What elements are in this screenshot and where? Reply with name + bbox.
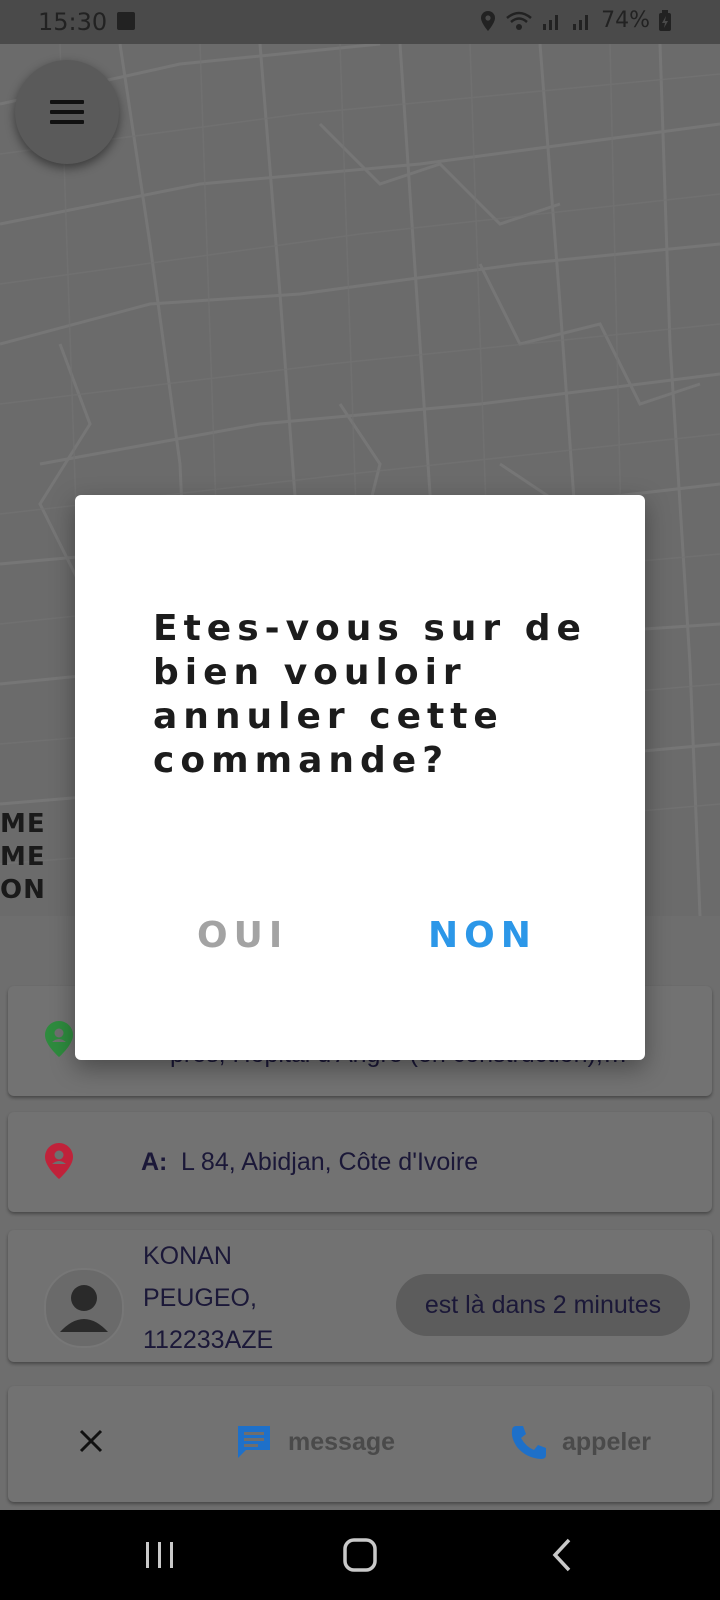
home-button[interactable] (320, 1510, 400, 1600)
status-time: 15:30 (38, 8, 108, 36)
avatar (44, 1268, 124, 1348)
actions-card: message appeler (8, 1386, 712, 1502)
wifi-icon (506, 11, 532, 30)
phone-icon (511, 1426, 546, 1459)
location-icon (481, 10, 496, 31)
signal-icon-2 (573, 14, 589, 30)
person-icon (60, 1285, 108, 1332)
gallery-icon (117, 12, 135, 30)
driver-plate: 112233AZE (143, 1326, 274, 1354)
yes-button[interactable]: OUI (197, 915, 288, 956)
battery-percent: 74% (601, 8, 650, 33)
hamburger-menu-icon (50, 100, 84, 124)
cancel-confirm-dialog: Etes-vous sur de bien vouloir annuler ce… (75, 495, 645, 1060)
recent-apps-icon (146, 1542, 173, 1568)
map-label: ME (0, 809, 46, 839)
system-nav-bar (0, 1510, 720, 1600)
recent-apps-button[interactable] (120, 1510, 200, 1600)
call-label: appeler (562, 1427, 651, 1456)
driver-card: KONAN PEUGEO, 112233AZE est là dans 2 mi… (8, 1230, 712, 1362)
dropoff-prefix: A: (141, 1148, 168, 1176)
battery-charging-icon (659, 9, 671, 31)
message-label: message (288, 1427, 396, 1456)
no-button[interactable]: NON (428, 915, 537, 956)
driver-name: KONAN (143, 1242, 232, 1270)
menu-button[interactable] (15, 60, 119, 164)
map-label: ON (0, 875, 46, 905)
pin-red-icon (45, 1143, 73, 1179)
signal-icon (543, 14, 559, 30)
dialog-title: Etes-vous sur de bien vouloir annuler ce… (153, 608, 587, 781)
close-icon (79, 1429, 103, 1453)
home-icon (343, 1538, 377, 1572)
map-label: ME (0, 842, 46, 872)
back-icon (552, 1538, 571, 1572)
dropoff-address: L 84, Abidjan, Côte d'Ivoire (181, 1148, 479, 1176)
back-button[interactable] (522, 1510, 602, 1600)
dropoff-card[interactable]: A: L 84, Abidjan, Côte d'Ivoire (8, 1112, 712, 1212)
eta-badge: est là dans 2 minutes (396, 1274, 690, 1336)
chat-icon (238, 1426, 270, 1458)
cancel-button[interactable] (78, 1428, 104, 1454)
status-bar: 15:30 74% (0, 0, 720, 44)
status-icons: 74% (479, 8, 672, 33)
message-button[interactable]: message (234, 1422, 395, 1462)
driver-car: PEUGEO, (143, 1284, 257, 1312)
pin-green-icon (45, 1021, 73, 1057)
call-button[interactable]: appeler (508, 1422, 651, 1462)
